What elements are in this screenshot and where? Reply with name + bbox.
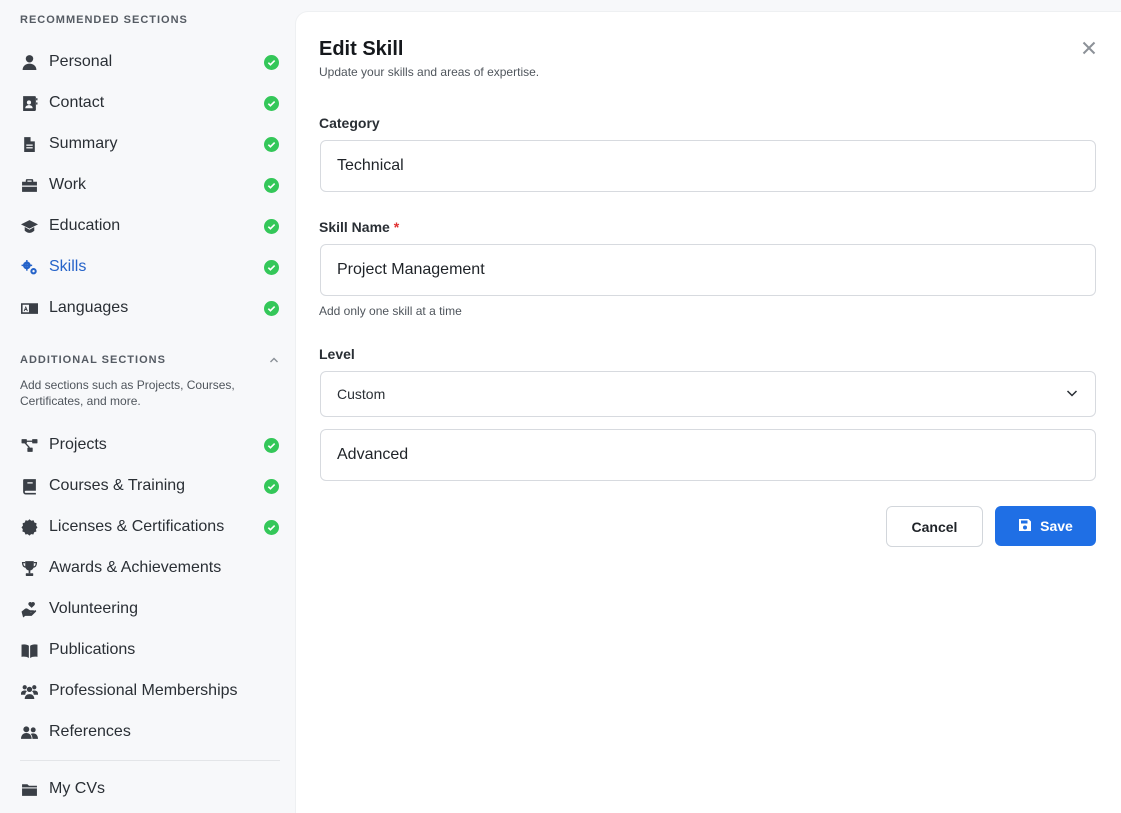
sidebar-item-volunteering[interactable]: Volunteering [20,594,280,624]
sidebar-item-label: Awards & Achievements [49,559,222,576]
skill-name-input[interactable]: Project Management [320,244,1096,296]
sidebar-item-label: Contact [49,94,105,111]
save-button[interactable]: Save [995,506,1096,546]
additional-sections-description: Add sections such as Projects, Courses, … [20,378,235,408]
page-title: Edit Skill [319,38,404,60]
trophy-icon [20,559,38,577]
skill-name-label: Skill Name * [319,219,399,235]
sidebar: RECOMMENDED SECTIONS Personal Contact Su… [0,0,296,813]
sidebar-item-label: Volunteering [49,600,138,617]
sidebar-item-my-cvs[interactable]: My CVs [20,774,280,804]
book-icon [20,477,38,495]
sidebar-item-summary[interactable]: Summary [20,129,280,159]
sidebar-item-skills[interactable]: Skills [20,252,280,282]
sidebar-item-label: My CVs [49,780,105,797]
required-marker: * [393,219,400,235]
check-icon [264,478,279,494]
sidebar-item-professional-memberships[interactable]: Professional Memberships [20,676,280,706]
sidebar-item-personal[interactable]: Personal [20,47,280,77]
sidebar-item-label: Personal [49,53,113,70]
sidebar-item-label: Projects [49,436,107,453]
graduation-cap-icon [20,217,38,235]
contact-card-icon [20,94,38,112]
sidebar-item-languages[interactable]: Languages [20,293,280,323]
sidebar-item-label: Professional Memberships [49,682,238,699]
floppy-disk-icon [1018,518,1032,535]
category-label: Category [319,115,380,131]
sidebar-item-projects[interactable]: Projects [20,430,280,460]
sidebar-item-courses-training[interactable]: Courses & Training [20,471,280,501]
sidebar-item-label: Languages [49,299,129,316]
custom-level-input[interactable]: Advanced [320,429,1096,481]
check-icon [264,54,279,70]
sidebar-item-publications[interactable]: Publications [20,635,280,665]
check-icon [264,300,279,316]
certificate-icon [20,518,38,536]
sidebar-item-work[interactable]: Work [20,170,280,200]
sidebar-item-licenses-certifications[interactable]: Licenses & Certifications [20,512,280,542]
sidebar-divider [20,760,280,761]
recommended-sections-heading: RECOMMENDED SECTIONS [20,14,188,26]
sidebar-item-label: Skills [49,258,87,275]
close-icon[interactable] [1080,39,1098,57]
check-icon [264,218,279,234]
user-icon [20,53,38,71]
chevron-down-icon [1065,386,1079,403]
chevron-up-icon[interactable] [268,353,280,365]
language-icon [20,299,38,317]
check-icon [264,136,279,152]
sidebar-item-awards-achievements[interactable]: Awards & Achievements [20,553,280,583]
category-input[interactable]: Technical [320,140,1096,192]
open-book-icon [20,641,38,659]
sidebar-item-contact[interactable]: Contact [20,88,280,118]
hand-holding-heart-icon [20,600,38,618]
sidebar-item-education[interactable]: Education [20,211,280,241]
sidebar-item-label: Courses & Training [49,477,186,494]
save-button-label: Save [1040,518,1073,534]
project-diagram-icon [20,436,38,454]
folder-icon [20,780,38,798]
sidebar-item-references[interactable]: References [20,717,280,747]
sidebar-item-label: References [49,723,131,740]
edit-skill-panel: Edit Skill Update your skills and areas … [296,12,1121,813]
users-group-icon [20,682,38,700]
level-label: Level [319,346,355,362]
check-icon [264,95,279,111]
sidebar-item-label: Publications [49,641,136,658]
cancel-button[interactable]: Cancel [886,506,983,547]
skill-name-label-text: Skill Name [319,219,390,235]
page-subtitle: Update your skills and areas of expertis… [319,65,540,79]
level-select[interactable]: Custom [320,371,1096,417]
people-icon [20,723,38,741]
gears-icon [20,258,38,276]
check-icon [264,177,279,193]
skill-name-hint: Add only one skill at a time [319,304,462,318]
check-icon [264,437,279,453]
sidebar-item-label: Summary [49,135,118,152]
briefcase-icon [20,176,38,194]
sidebar-item-label: Licenses & Certifications [49,518,225,535]
sidebar-item-label: Education [49,217,121,234]
check-icon [264,519,279,535]
level-select-value: Custom [337,386,386,402]
document-icon [20,135,38,153]
additional-sections-heading: ADDITIONAL SECTIONS [20,354,166,366]
sidebar-item-label: Work [49,176,87,193]
check-icon [264,259,279,275]
